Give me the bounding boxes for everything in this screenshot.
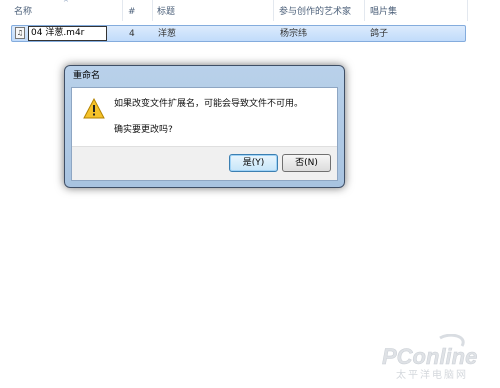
file-row-selected[interactable]: ♫ 04 洋葱.m4r 4 洋葱 杨宗纬 鸽子 bbox=[11, 25, 466, 42]
album-name: 鸽子 bbox=[370, 29, 389, 39]
song-title: 洋葱 bbox=[158, 29, 177, 39]
column-artist[interactable]: 参与创作的艺术家 bbox=[279, 6, 351, 18]
column-album[interactable]: 唱片集 bbox=[370, 6, 397, 18]
svg-text:PConline: PConline bbox=[382, 344, 477, 369]
column-divider[interactable] bbox=[364, 0, 365, 21]
warning-triangle-icon bbox=[83, 98, 105, 119]
dialog-button-bar: 是(Y) 否(N) bbox=[72, 146, 337, 180]
column-track[interactable]: # bbox=[128, 6, 136, 18]
track-number: 4 bbox=[129, 29, 135, 39]
dialog-content: 如果改变文件扩展名，可能会导致文件不可用。 确实要更改吗? 是(Y) 否(N) bbox=[71, 87, 338, 181]
rename-input[interactable]: 04 洋葱.m4r bbox=[28, 26, 107, 41]
warning-message: 如果改变文件扩展名，可能会导致文件不可用。 bbox=[114, 99, 304, 109]
column-header: ^ 名称 # 标题 参与创作的艺术家 唱片集 bbox=[0, 0, 500, 21]
column-divider[interactable] bbox=[273, 0, 274, 21]
no-button[interactable]: 否(N) bbox=[282, 154, 331, 172]
pconline-watermark-logo: PConline 太平洋电脑网 bbox=[382, 334, 478, 381]
column-title[interactable]: 标题 bbox=[157, 6, 175, 18]
column-name[interactable]: 名称 bbox=[14, 6, 32, 18]
column-divider[interactable] bbox=[122, 0, 123, 21]
confirm-question: 确实要更改吗? bbox=[114, 125, 173, 135]
dialog-title[interactable]: 重命名 bbox=[73, 70, 100, 82]
column-divider[interactable] bbox=[152, 0, 153, 21]
sort-ascending-icon: ^ bbox=[63, 0, 69, 7]
column-divider[interactable] bbox=[467, 0, 468, 21]
rename-dialog: 重命名 如果改变文件扩展名，可能会导致文件不可用。 确实要更改吗? 是(Y) 否… bbox=[64, 65, 345, 188]
yes-button[interactable]: 是(Y) bbox=[229, 154, 278, 172]
music-file-icon: ♫ bbox=[15, 27, 25, 39]
artist-name: 杨宗纬 bbox=[280, 29, 308, 39]
svg-text:太平洋电脑网: 太平洋电脑网 bbox=[396, 368, 468, 381]
